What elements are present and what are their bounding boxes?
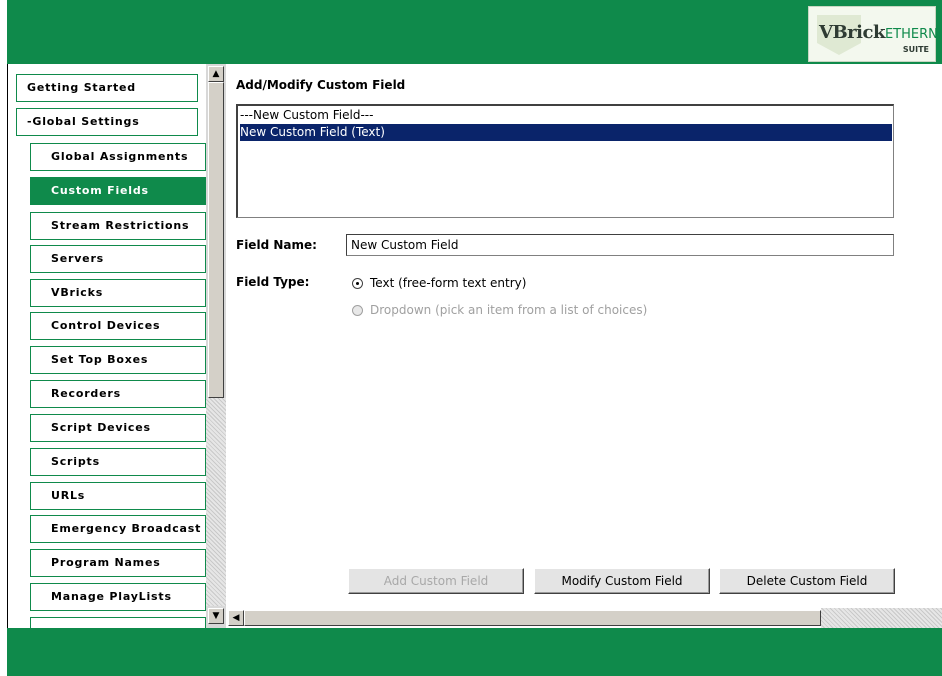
logo-wordmark: VBrickETHERNETV [819, 22, 942, 43]
field-name-label: Field Name: [236, 238, 317, 252]
delete-custom-field-button[interactable]: Delete Custom Field [719, 568, 895, 594]
logo-suite: SUITE [902, 45, 929, 54]
scroll-left-arrow-icon[interactable]: ◀ [228, 610, 244, 626]
header-bar [7, 0, 942, 64]
scroll-down-arrow-icon[interactable]: ▼ [208, 608, 224, 624]
sidebar-item-urls[interactable]: URLs [30, 482, 206, 510]
horizontal-scroll-thumb[interactable] [244, 610, 821, 626]
field-type-label: Field Type: [236, 275, 310, 289]
scroll-up-arrow-icon[interactable]: ▲ [208, 66, 224, 82]
app-window: VBrickETHERNETV SUITE Getting Started -G… [0, 0, 942, 676]
custom-fields-listbox[interactable]: ---New Custom Field--- New Custom Field … [236, 104, 894, 218]
sidebar-item-vbricks[interactable]: VBricks [30, 279, 206, 307]
sidebar-item-global-assignments[interactable]: Global Assignments [30, 143, 206, 171]
sidebar-item-recorders[interactable]: Recorders [30, 380, 206, 408]
sidebar-item-stream-restrictions[interactable]: Stream Restrictions [30, 212, 206, 240]
modify-custom-field-button[interactable]: Modify Custom Field [534, 568, 710, 594]
sidebar-nav: Getting Started -Global Settings Global … [8, 64, 206, 628]
field-name-input[interactable]: New Custom Field [346, 234, 894, 256]
footer-bar [7, 628, 942, 676]
content-horizontal-scrollbar[interactable]: ◀ [226, 608, 942, 628]
radio-text-type[interactable] [352, 278, 363, 289]
vbrick-logo: VBrickETHERNETV SUITE [808, 6, 942, 62]
sidebar-item-servers[interactable]: Servers [30, 245, 206, 273]
horizontal-scroll-track[interactable] [821, 608, 942, 628]
sidebar-item-custom-fields[interactable]: Custom Fields [30, 177, 206, 205]
sidebar-item-control-devices[interactable]: Control Devices [30, 312, 206, 340]
sidebar-item-global-settings[interactable]: -Global Settings [16, 108, 198, 136]
vertical-scroll-track[interactable] [206, 398, 226, 606]
sidebar-item-getting-started[interactable]: Getting Started [16, 74, 198, 102]
sidebar-item-emergency-broadcast[interactable]: Emergency Broadcast [30, 515, 206, 543]
list-item-new-custom-field-placeholder[interactable]: ---New Custom Field--- [240, 107, 892, 124]
sidebar-item-program-names[interactable]: Program Names [30, 549, 206, 577]
radio-text-type-label: Text (free-form text entry) [370, 276, 527, 290]
list-item-new-custom-field-text[interactable]: New Custom Field (Text) [240, 124, 892, 141]
sidebar-vertical-scrollbar[interactable]: ▲ ▼ [206, 64, 226, 628]
page-title: Add/Modify Custom Field [236, 78, 406, 92]
vertical-scroll-thumb[interactable] [208, 82, 224, 398]
radio-dropdown-type-label: Dropdown (pick an item from a list of ch… [370, 303, 648, 317]
sidebar-item-set-top-boxes[interactable]: Set Top Boxes [30, 346, 206, 374]
sidebar-item-partial[interactable] [30, 617, 206, 628]
sidebar-item-scripts[interactable]: Scripts [30, 448, 206, 476]
sidebar-item-script-devices[interactable]: Script Devices [30, 414, 206, 442]
radio-dropdown-type [352, 305, 363, 316]
sidebar-item-manage-playlists[interactable]: Manage PlayLists [30, 583, 206, 611]
add-custom-field-button: Add Custom Field [348, 568, 524, 594]
